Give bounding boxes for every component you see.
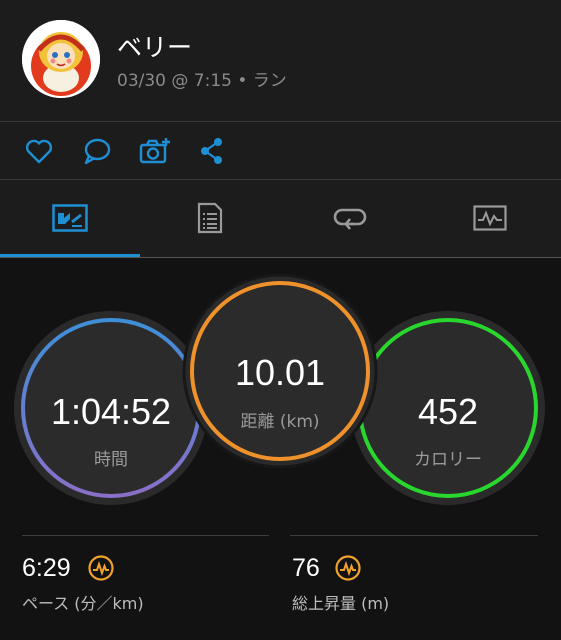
tab-details[interactable] [140,181,280,255]
ascent-badge-icon[interactable] [335,555,361,581]
share-icon[interactable] [197,136,227,166]
divider [290,535,538,536]
laps-icon [333,208,367,230]
details-icon [197,202,223,234]
username[interactable]: ベリー [117,28,192,64]
calories-value: 452 [417,391,479,432]
charts-icon [473,205,507,231]
tab-charts[interactable] [420,181,560,255]
distance-value: 10.01 [234,352,326,393]
pace-value: 6:29 [22,554,71,582]
comment-icon[interactable] [82,136,112,166]
overview-icon [52,204,88,232]
ascent-label: 総上昇量 (m) [292,594,390,613]
time-value: 1:04:52 [50,391,172,432]
pace-label: ペース (分／km) [22,594,144,613]
distance-label: 距離 (km) [240,412,320,432]
calories-label: カロリー [414,450,482,470]
tab-overview[interactable] [0,181,140,255]
activity-tabs [0,181,561,258]
activity-header: ベリー 03/30 @ 7:15 • ラン [0,0,561,121]
divider [22,535,269,536]
divider [0,179,561,180]
avatar-image [22,20,100,98]
action-bar [0,122,561,179]
ascent-value: 76 [292,554,320,582]
activity-subtitle: 03/30 @ 7:15 • ラン [117,71,287,91]
heart-icon[interactable] [24,136,54,166]
avatar[interactable] [22,20,100,98]
pace-badge-icon[interactable] [88,555,114,581]
add-photo-icon[interactable] [139,136,171,166]
tab-laps[interactable] [280,181,420,255]
time-label: 時間 [94,450,128,470]
